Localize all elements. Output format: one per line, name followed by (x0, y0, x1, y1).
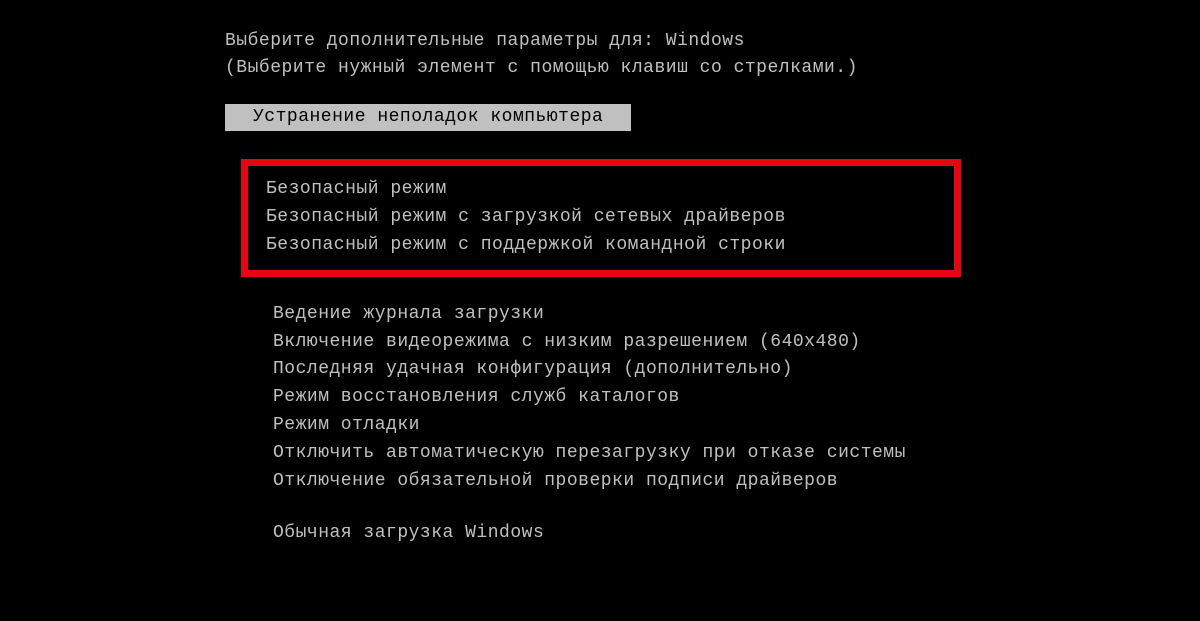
option-safe-mode-networking[interactable]: Безопасный режим с загрузкой сетевых дра… (266, 204, 944, 232)
option-normal-boot[interactable]: Обычная загрузка Windows (273, 520, 1200, 548)
selected-option-repair[interactable]: Устранение неполадок компьютера (225, 104, 631, 131)
option-last-known-good[interactable]: Последняя удачная конфигурация (дополнит… (273, 356, 1200, 384)
option-safe-mode[interactable]: Безопасный режим (266, 176, 944, 204)
safe-mode-highlight-box: Безопасный режим Безопасный режим с загр… (241, 159, 961, 277)
option-disable-auto-restart[interactable]: Отключить автоматическую перезагрузку пр… (273, 440, 1200, 468)
boot-options-group: Ведение журнала загрузки Включение видео… (273, 301, 1200, 496)
option-directory-restore[interactable]: Режим восстановления служб каталогов (273, 384, 1200, 412)
option-boot-logging[interactable]: Ведение журнала загрузки (273, 301, 1200, 329)
normal-boot-group: Обычная загрузка Windows (273, 520, 1200, 548)
option-debug-mode[interactable]: Режим отладки (273, 412, 1200, 440)
option-disable-driver-sig[interactable]: Отключение обязательной проверки подписи… (273, 468, 1200, 496)
boot-menu-title: Выберите дополнительные параметры для: W… (225, 28, 1200, 55)
boot-menu-instruction: (Выберите нужный элемент с помощью клави… (225, 55, 1200, 82)
option-safe-mode-cmd[interactable]: Безопасный режим с поддержкой командной … (266, 232, 944, 260)
option-low-res-video[interactable]: Включение видеорежима с низким разрешени… (273, 329, 1200, 357)
